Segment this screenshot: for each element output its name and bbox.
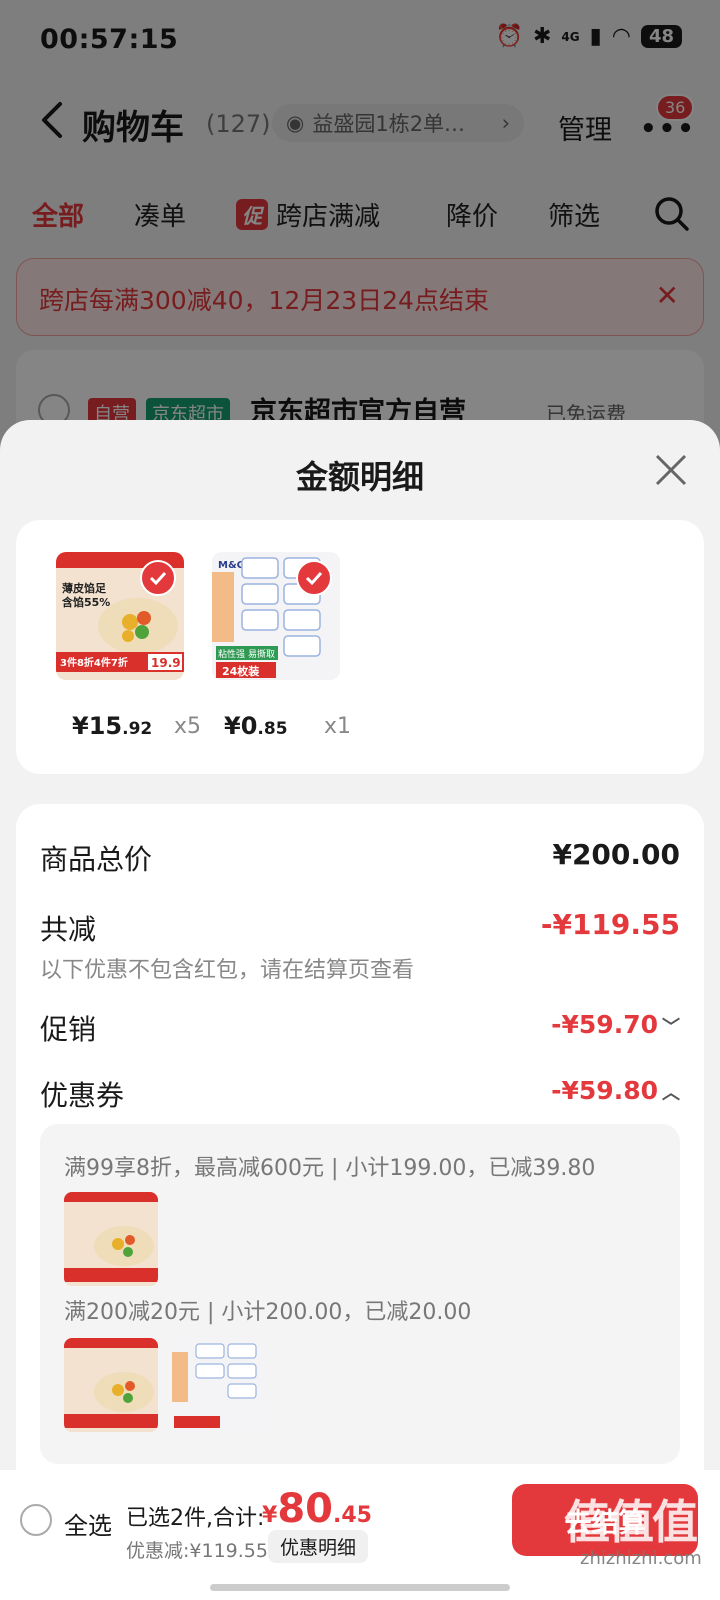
item-quantity: x5 (174, 714, 202, 739)
chevron-up-icon: ︿ (662, 1083, 680, 1104)
selected-summary: 已选2件,合计: (126, 1506, 265, 1531)
coupon-rule-1: 满99享8折，最高减600元 | 小计199.00，已减39.80 (64, 1156, 596, 1181)
coupon-item-thumbnail (172, 1338, 266, 1432)
product-thumbnail: 薄皮馅足 含馅55% 3件8折4件7折 19.9 (56, 552, 184, 680)
amount-detail-sheet: 金额明细 薄皮馅足 含馅55% 3件8折4件7折 19.9 ¥15.92 x5 … (0, 420, 720, 1600)
watermark-logo: 值值值 (564, 1495, 698, 1549)
select-all-radio[interactable] (20, 1504, 52, 1536)
coupon-detail-box: 满99享8折，最高减600元 | 小计199.00，已减39.80 满200减2… (40, 1124, 680, 1464)
coupon-row[interactable]: -¥59.80 ︿ (551, 1076, 680, 1105)
close-icon[interactable] (653, 452, 689, 488)
coupon-rule-2: 满200减20元 | 小计200.00，已减20.00 (64, 1300, 472, 1325)
svg-text:3件8折4件7折: 3件8折4件7折 (60, 656, 128, 669)
selected-items-card: 薄皮馅足 含馅55% 3件8折4件7折 19.9 ¥15.92 x5 M&G 粘… (16, 520, 704, 774)
discount-detail-button[interactable]: 优惠明细 (268, 1530, 369, 1563)
promotion-label: 促销 (40, 1013, 97, 1046)
coupon-item-thumbnail (64, 1192, 158, 1286)
svg-text:24枚装: 24枚装 (222, 664, 259, 678)
svg-text:M&G: M&G (218, 560, 245, 571)
promotion-row[interactable]: -¥59.70 ﹀ (551, 1010, 680, 1039)
item-dumplings[interactable]: 薄皮馅足 含馅55% 3件8折4件7折 19.9 ¥15.92 x5 (56, 552, 201, 740)
total-price-value: ¥200.00 (552, 838, 680, 871)
coupon-label: 优惠券 (40, 1079, 125, 1112)
watermark-url: zhizhizhi.com (580, 1548, 702, 1569)
product-thumbnail: M&G 粘性强 易撕取 24枚装 (212, 552, 340, 680)
sheet-title: 金额明细 (295, 458, 424, 496)
svg-text:19.9: 19.9 (151, 656, 181, 670)
item-quantity: x1 (324, 714, 352, 739)
selected-check-icon (140, 560, 176, 596)
home-indicator[interactable] (210, 1584, 510, 1591)
svg-text:粘性强: 粘性强 (218, 648, 245, 660)
promotion-value: -¥59.70 (551, 1010, 658, 1039)
total-price-label: 商品总价 (40, 843, 153, 876)
chevron-down-icon: ﹀ (662, 1017, 680, 1038)
total-discount-value: -¥119.55 (540, 908, 680, 941)
total-amount: ¥80.45 (262, 1486, 372, 1532)
svg-text:薄皮馅足: 薄皮馅足 (62, 581, 107, 595)
selected-check-icon (296, 560, 332, 596)
item-labels[interactable]: M&G 粘性强 易撕取 24枚装 ¥0.85 x1 (212, 552, 351, 740)
checkout-bar: 全选 已选2件,合计: ¥80.45 优惠减:¥119.55 优惠明细 去结算 … (0, 1470, 720, 1600)
discount-summary: 优惠减:¥119.55 (126, 1540, 268, 1562)
coupon-item-thumbnail (64, 1338, 158, 1432)
item-price: ¥15.92 (72, 712, 153, 740)
select-all-label[interactable]: 全选 (64, 1506, 112, 1541)
svg-text:含馅55%: 含馅55% (61, 595, 110, 609)
svg-text:易撕取: 易撕取 (248, 648, 275, 660)
coupon-value: -¥59.80 (551, 1076, 658, 1105)
discount-note: 以下优惠不包含红包，请在结算页查看 (40, 958, 415, 983)
total-discount-label: 共减 (40, 913, 97, 946)
item-price: ¥0.85 (224, 712, 288, 740)
